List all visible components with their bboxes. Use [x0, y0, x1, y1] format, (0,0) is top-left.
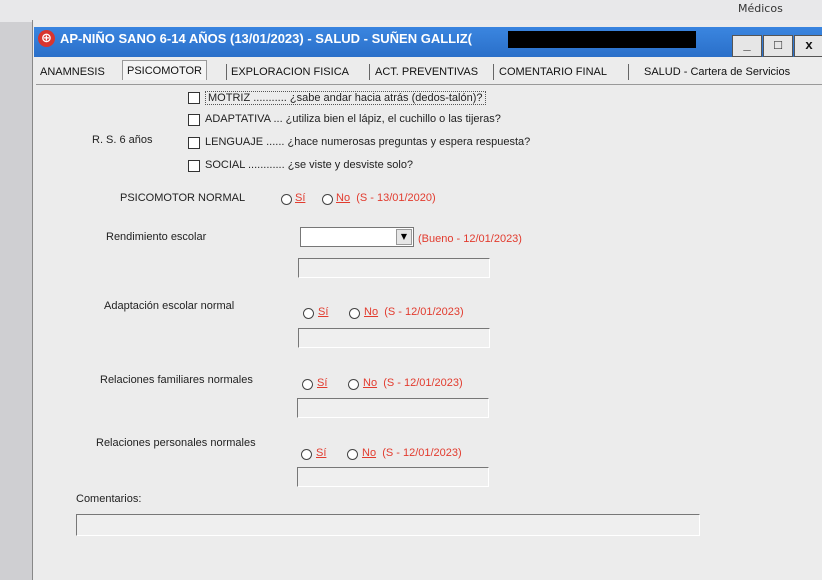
psicomotor-no-group: No (S - 13/01/2020) — [336, 192, 436, 204]
tab-divider — [493, 64, 494, 80]
chevron-down-icon[interactable]: ▼ — [396, 229, 412, 245]
close-circle-icon[interactable]: ⊕ — [38, 30, 55, 47]
personales-no-group: No (S - 12/01/2023) — [362, 447, 462, 459]
psicomotor-si-radio[interactable] — [281, 194, 292, 205]
personales-si-radio[interactable] — [301, 449, 312, 460]
familiares-si-label[interactable]: Sí — [317, 377, 327, 389]
item-motriz: MOTRIZ ........... ¿sabe andar hacia atr… — [205, 91, 486, 105]
item-social: SOCIAL ............ ¿se viste y desviste… — [205, 159, 414, 171]
familiares-no-radio[interactable] — [348, 379, 359, 390]
tab-psicomotor[interactable]: PSICOMOTOR — [122, 60, 207, 80]
rendimiento-text-field[interactable] — [298, 258, 490, 278]
item-lenguaje: LENGUAJE ...... ¿hace numerosas pregunta… — [205, 136, 531, 148]
rendimiento-dropdown[interactable]: ▼ — [300, 227, 414, 247]
psicomotor-no-radio[interactable] — [322, 194, 333, 205]
familiares-no-group: No (S - 12/01/2023) — [363, 377, 463, 389]
adaptacion-si-radio[interactable] — [303, 308, 314, 319]
checkbox-adaptativa[interactable] — [188, 114, 200, 126]
psicomotor-note: (S - 13/01/2020) — [356, 192, 436, 204]
maximize-button[interactable]: □ — [763, 35, 793, 57]
window-title: AP-NIÑO SANO 6-14 AÑOS (13/01/2023) - SA… — [60, 31, 472, 46]
checkbox-lenguaje[interactable] — [188, 137, 200, 149]
adaptacion-no-radio[interactable] — [349, 308, 360, 319]
rs-label: R. S. 6 años — [92, 134, 153, 146]
adaptacion-note: (S - 12/01/2023) — [384, 306, 464, 318]
rendimiento-note: (Bueno - 12/01/2023) — [418, 233, 522, 245]
psicomotor-no-label[interactable]: No — [336, 192, 350, 204]
item-adaptativa: ADAPTATIVA ... ¿utiliza bien el lápiz, e… — [205, 113, 501, 125]
tab-cartera-servicios[interactable]: SALUD - Cartera de Servicios — [640, 62, 794, 81]
tab-act-preventivas[interactable]: ACT. PREVENTIVAS — [371, 62, 482, 81]
close-button[interactable]: x — [794, 35, 822, 57]
personales-label: Relaciones personales normales — [96, 437, 256, 449]
tab-exploracion-fisica[interactable]: EXPLORACION FISICA — [227, 62, 353, 81]
adaptacion-label: Adaptación escolar normal — [104, 300, 235, 312]
adaptacion-si-label[interactable]: Sí — [318, 306, 328, 318]
tab-divider — [628, 64, 629, 80]
desktop-strip — [0, 0, 822, 22]
personales-no-label[interactable]: No — [362, 447, 376, 459]
familiares-no-label[interactable]: No — [363, 377, 377, 389]
familiares-note: (S - 12/01/2023) — [383, 377, 463, 389]
checkbox-motriz[interactable] — [188, 92, 200, 104]
tab-comentario-final[interactable]: COMENTARIO FINAL — [495, 62, 611, 81]
personales-si-label[interactable]: Sí — [316, 447, 326, 459]
adaptacion-no-group: No (S - 12/01/2023) — [364, 306, 464, 318]
app-corner-label: Médicos — [738, 2, 783, 15]
tab-divider — [369, 64, 370, 80]
adaptacion-no-label[interactable]: No — [364, 306, 378, 318]
familiares-text-field[interactable] — [297, 398, 489, 418]
psicomotor-si-label[interactable]: Sí — [295, 192, 305, 204]
psicomotor-panel — [36, 84, 822, 563]
comentarios-label: Comentarios: — [76, 493, 142, 505]
rendimiento-label: Rendimiento escolar — [106, 231, 207, 243]
minimize-button[interactable]: _ — [732, 35, 762, 57]
personales-text-field[interactable] — [297, 467, 489, 487]
adaptacion-text-field[interactable] — [298, 328, 490, 348]
familiares-si-radio[interactable] — [302, 379, 313, 390]
personales-no-radio[interactable] — [347, 449, 358, 460]
checkbox-social[interactable] — [188, 160, 200, 172]
tab-anamnesis[interactable]: ANAMNESIS — [36, 62, 109, 81]
psicomotor-normal-label: PSICOMOTOR NORMAL — [120, 192, 246, 204]
personales-note: (S - 12/01/2023) — [382, 447, 462, 459]
comentarios-field[interactable] — [76, 514, 700, 536]
familiares-label: Relaciones familiares normales — [100, 374, 253, 386]
redacted-patient-name — [508, 31, 696, 48]
